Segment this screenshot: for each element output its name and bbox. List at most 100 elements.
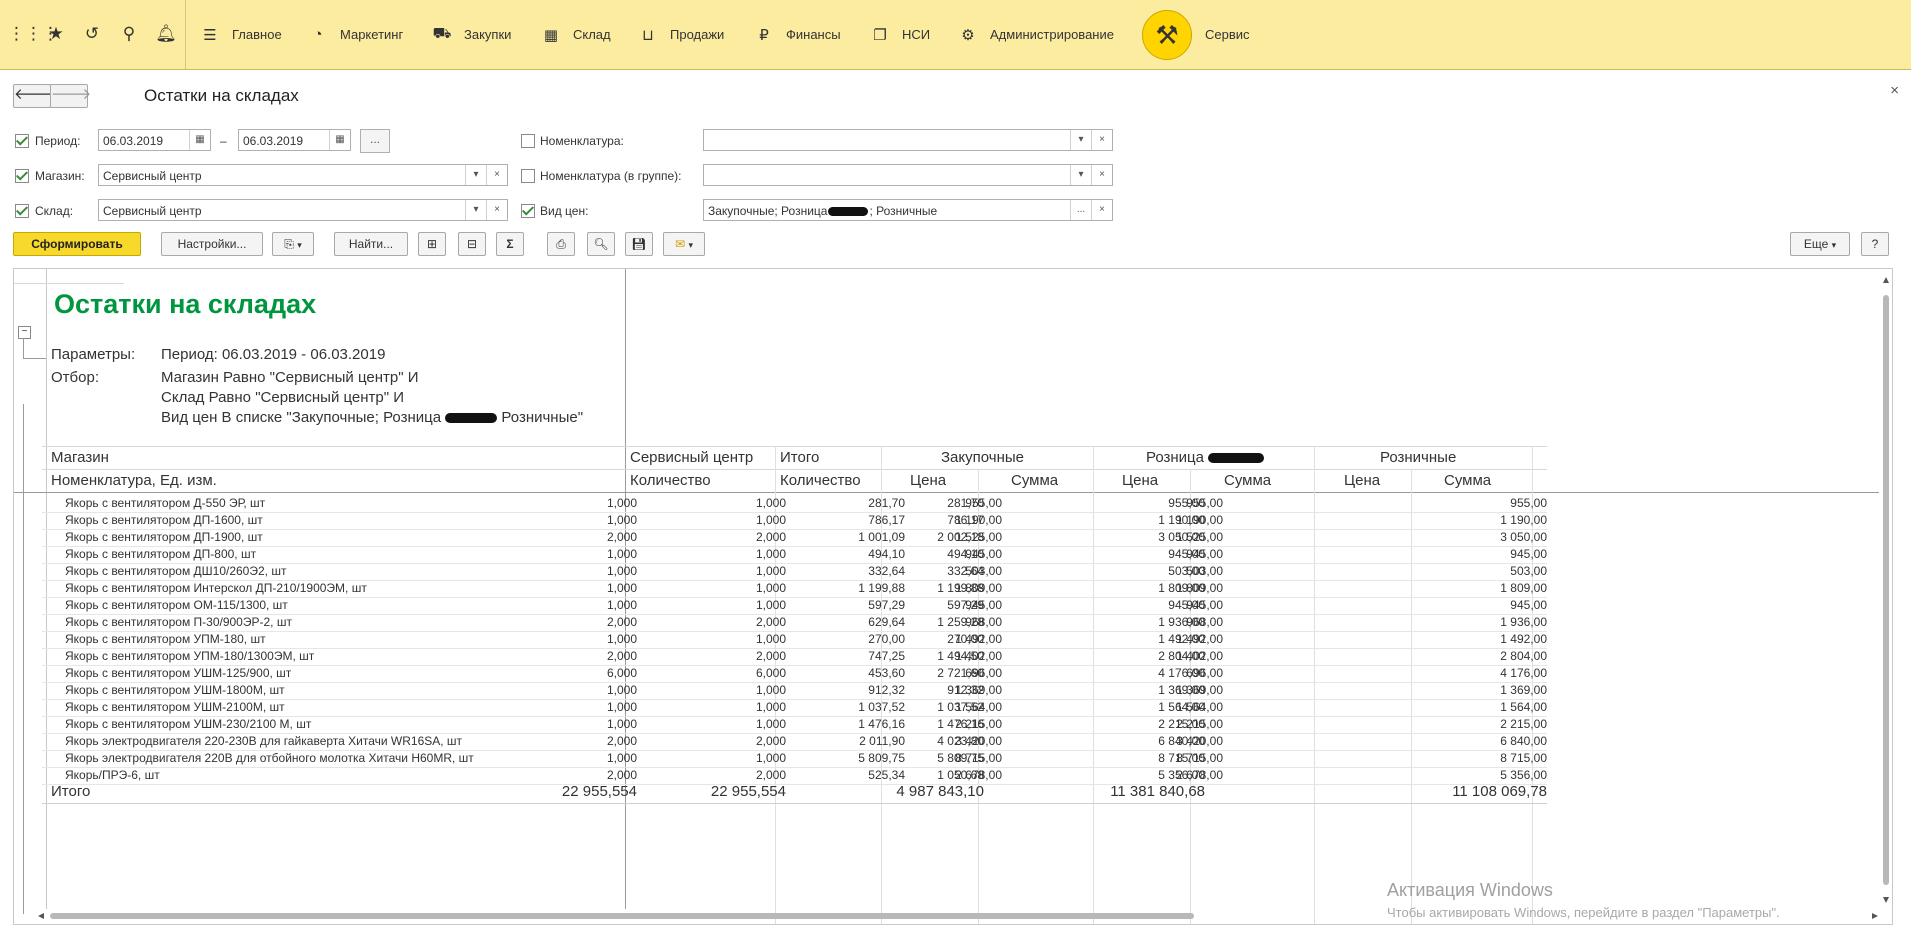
table-row[interactable]: Якорь с вентилятором УШМ-1800М, шт 1,000 1… (42, 682, 1547, 700)
period-to-field[interactable]: 06.03.2019 ▦ (238, 129, 351, 151)
nomenclature-checkbox[interactable] (521, 134, 535, 148)
table-row[interactable]: Якорь с вентилятором Интерскол ДП-210/19… (42, 580, 1547, 598)
section-finance[interactable]: ₽ Финансы (754, 0, 840, 69)
table-row[interactable]: Якорь с вентилятором УШМ-125/900, шт 6,00… (42, 665, 1547, 683)
nomenclature-field[interactable]: ▾ × (703, 129, 1113, 151)
value-cell: 955,00 (1186, 496, 1223, 510)
back-button[interactable]: 🡐 (13, 84, 54, 108)
sum-button[interactable]: Σ (496, 232, 524, 256)
clear-icon[interactable]: × (486, 200, 507, 220)
period-from-field[interactable]: 06.03.2019 ▦ (98, 129, 211, 151)
price-type-checkbox[interactable] (521, 204, 535, 218)
clear-icon[interactable]: × (486, 165, 507, 185)
section-purchases[interactable]: ⛟ Закупки (432, 0, 512, 69)
report-title: Остатки на складах (54, 289, 317, 319)
table-row[interactable]: Якорь с вентилятором ДП-800, шт 1,000 1,00… (42, 546, 1547, 564)
shop-field[interactable]: Сервисный центр ▾ × (98, 164, 508, 186)
history-icon[interactable]: ↺ (80, 22, 104, 46)
value-cell: 629,64 (868, 615, 905, 629)
value-cell: 1 190,00 (955, 513, 1002, 527)
report-spreadsheet[interactable]: − Остатки на складах Параметры: Период: … (13, 268, 1893, 925)
shop-checkbox[interactable] (15, 169, 29, 183)
save-button[interactable]: 💾︎ (625, 232, 653, 256)
clear-icon[interactable]: × (1091, 130, 1112, 150)
table-row[interactable]: Якорь с вентилятором ОМ-115/1300, шт 1,00… (42, 597, 1547, 615)
chevron-down-icon: ▾ (688, 240, 693, 250)
basket-icon: ⊔ (642, 26, 654, 44)
favorites-star-icon[interactable]: ★ (44, 22, 68, 46)
expand-groups-button[interactable]: ⊞ (418, 232, 446, 256)
find-button[interactable]: Найти... (334, 232, 408, 256)
value-cell: 2 011,90 (859, 734, 905, 748)
tools-icon[interactable]: ⚒ (1142, 10, 1192, 60)
table-row[interactable]: Якорь с вентилятором УПМ-180/1300ЭМ, шт 2… (42, 648, 1547, 666)
search-icon[interactable]: ⚲ (117, 22, 141, 46)
item-name-cell: Якорь электродвигателя 220В для отбойног… (65, 751, 474, 765)
table-row[interactable]: Якорь электродвигателя 220В для отбойног… (42, 750, 1547, 768)
bell-icon[interactable]: 🔔︎ (154, 22, 178, 46)
warehouse-checkbox[interactable] (15, 204, 29, 218)
section-label: НСИ (902, 27, 931, 42)
value-cell: 1,000 (755, 700, 786, 714)
table-row[interactable]: Якорь с вентилятором УПМ-180, шт 1,000 1,0… (42, 631, 1547, 649)
collapse-groups-button[interactable]: ⊟ (458, 232, 486, 256)
more-button[interactable]: Еще ▾ (1790, 232, 1850, 256)
total-cell: 22 955,554 (561, 783, 637, 800)
apps-grid-icon[interactable]: ⋮⋮⋮ (8, 22, 59, 46)
send-email-button[interactable]: ✉ ▾ (663, 232, 705, 256)
value-cell: 1 402,00 (1176, 649, 1223, 663)
vertical-scrollbar[interactable] (1882, 275, 1890, 905)
header-nomenclature: Номенклатура, Ед. изм. (51, 472, 217, 489)
report-variant-button[interactable]: ⎘ ▾ (272, 232, 314, 256)
calendar-icon[interactable]: ▦ (189, 130, 210, 150)
section-service[interactable]: Сервис (1205, 0, 1250, 69)
table-row[interactable]: Якорь с вентилятором ДШ10/260Э2, шт 1,000… (42, 563, 1547, 581)
value-cell: 1,000 (606, 751, 637, 765)
close-icon[interactable]: × (1890, 82, 1899, 99)
item-name-cell: Якорь с вентилятором УШМ-125/900, шт (65, 666, 292, 680)
clear-icon[interactable]: × (1091, 200, 1112, 220)
print-button[interactable]: ⎙ (547, 232, 575, 256)
period-checkbox[interactable] (15, 134, 29, 148)
dropdown-icon[interactable]: ▾ (1070, 130, 1091, 150)
generate-button[interactable]: Сформировать (13, 232, 141, 256)
table-row[interactable]: Якорь с вентилятором ДП-1600, шт 1,000 1,0… (42, 512, 1547, 530)
copy-icon: ⎘ (284, 237, 294, 251)
topbar-divider (185, 0, 186, 69)
section-administration[interactable]: ⚙ Администрирование (958, 0, 1114, 69)
nomenclature-group-checkbox[interactable] (521, 169, 535, 183)
preview-button[interactable]: 🔍︎ (587, 232, 615, 256)
section-sales[interactable]: ⊔ Продажи (638, 0, 724, 69)
price-type-field[interactable]: Закупочные; Розница ; Розничные ... × (703, 199, 1113, 221)
warehouse-field[interactable]: Сервисный центр ▾ × (98, 199, 508, 221)
settings-button[interactable]: Настройки... (161, 232, 263, 256)
dropdown-icon[interactable]: ▾ (1070, 165, 1091, 185)
table-row[interactable]: Якорь с вентилятором Д-550 ЭР, шт 1,000 1,… (42, 495, 1547, 513)
value-cell: 597,29 (868, 598, 905, 612)
select-dots-button[interactable]: ... (1070, 200, 1091, 220)
dropdown-icon[interactable]: ▾ (465, 200, 486, 220)
calendar-icon[interactable]: ▦ (329, 130, 350, 150)
table-row[interactable]: Якорь электродвигателя 220-230В для гайк… (42, 733, 1547, 751)
forward-button[interactable]: 🡒 (50, 84, 91, 108)
table-row[interactable]: Якорь с вентилятором УШМ-230/2100 М, шт 1… (42, 716, 1547, 734)
value-cell: 1,000 (755, 598, 786, 612)
section-warehouse[interactable]: ▦ Склад (541, 0, 611, 69)
table-row[interactable]: Якорь с вентилятором ДП-1900, шт 2,000 2,0… (42, 529, 1547, 547)
table-row[interactable]: Якорь с вентилятором УШМ-2100М, шт 1,000 1… (42, 699, 1547, 717)
documents-icon: ❐ (873, 26, 887, 44)
chevron-down-icon: ▾ (1831, 240, 1837, 250)
dropdown-icon[interactable]: ▾ (465, 165, 486, 185)
section-nsi[interactable]: ❐ НСИ (870, 0, 930, 69)
help-button[interactable]: ? (1861, 232, 1889, 256)
nomenclature-group-field[interactable]: ▾ × (703, 164, 1113, 186)
collapse-icon[interactable]: − (18, 326, 31, 339)
value-cell: 8 715,00 (955, 751, 1002, 765)
section-marketing[interactable]: ◔ Маркетинг (308, 0, 403, 69)
section-main[interactable]: ☰ Главное (200, 0, 281, 69)
table-row[interactable]: Якорь с вентилятором П-30/900ЭР-2, шт 2,0… (42, 614, 1547, 632)
value-cell: 5 356,00 (1500, 768, 1547, 782)
clear-icon[interactable]: × (1091, 165, 1112, 185)
period-select-button[interactable]: ... (360, 129, 390, 153)
item-name-cell: Якорь с вентилятором ДП-800, шт (65, 547, 257, 561)
